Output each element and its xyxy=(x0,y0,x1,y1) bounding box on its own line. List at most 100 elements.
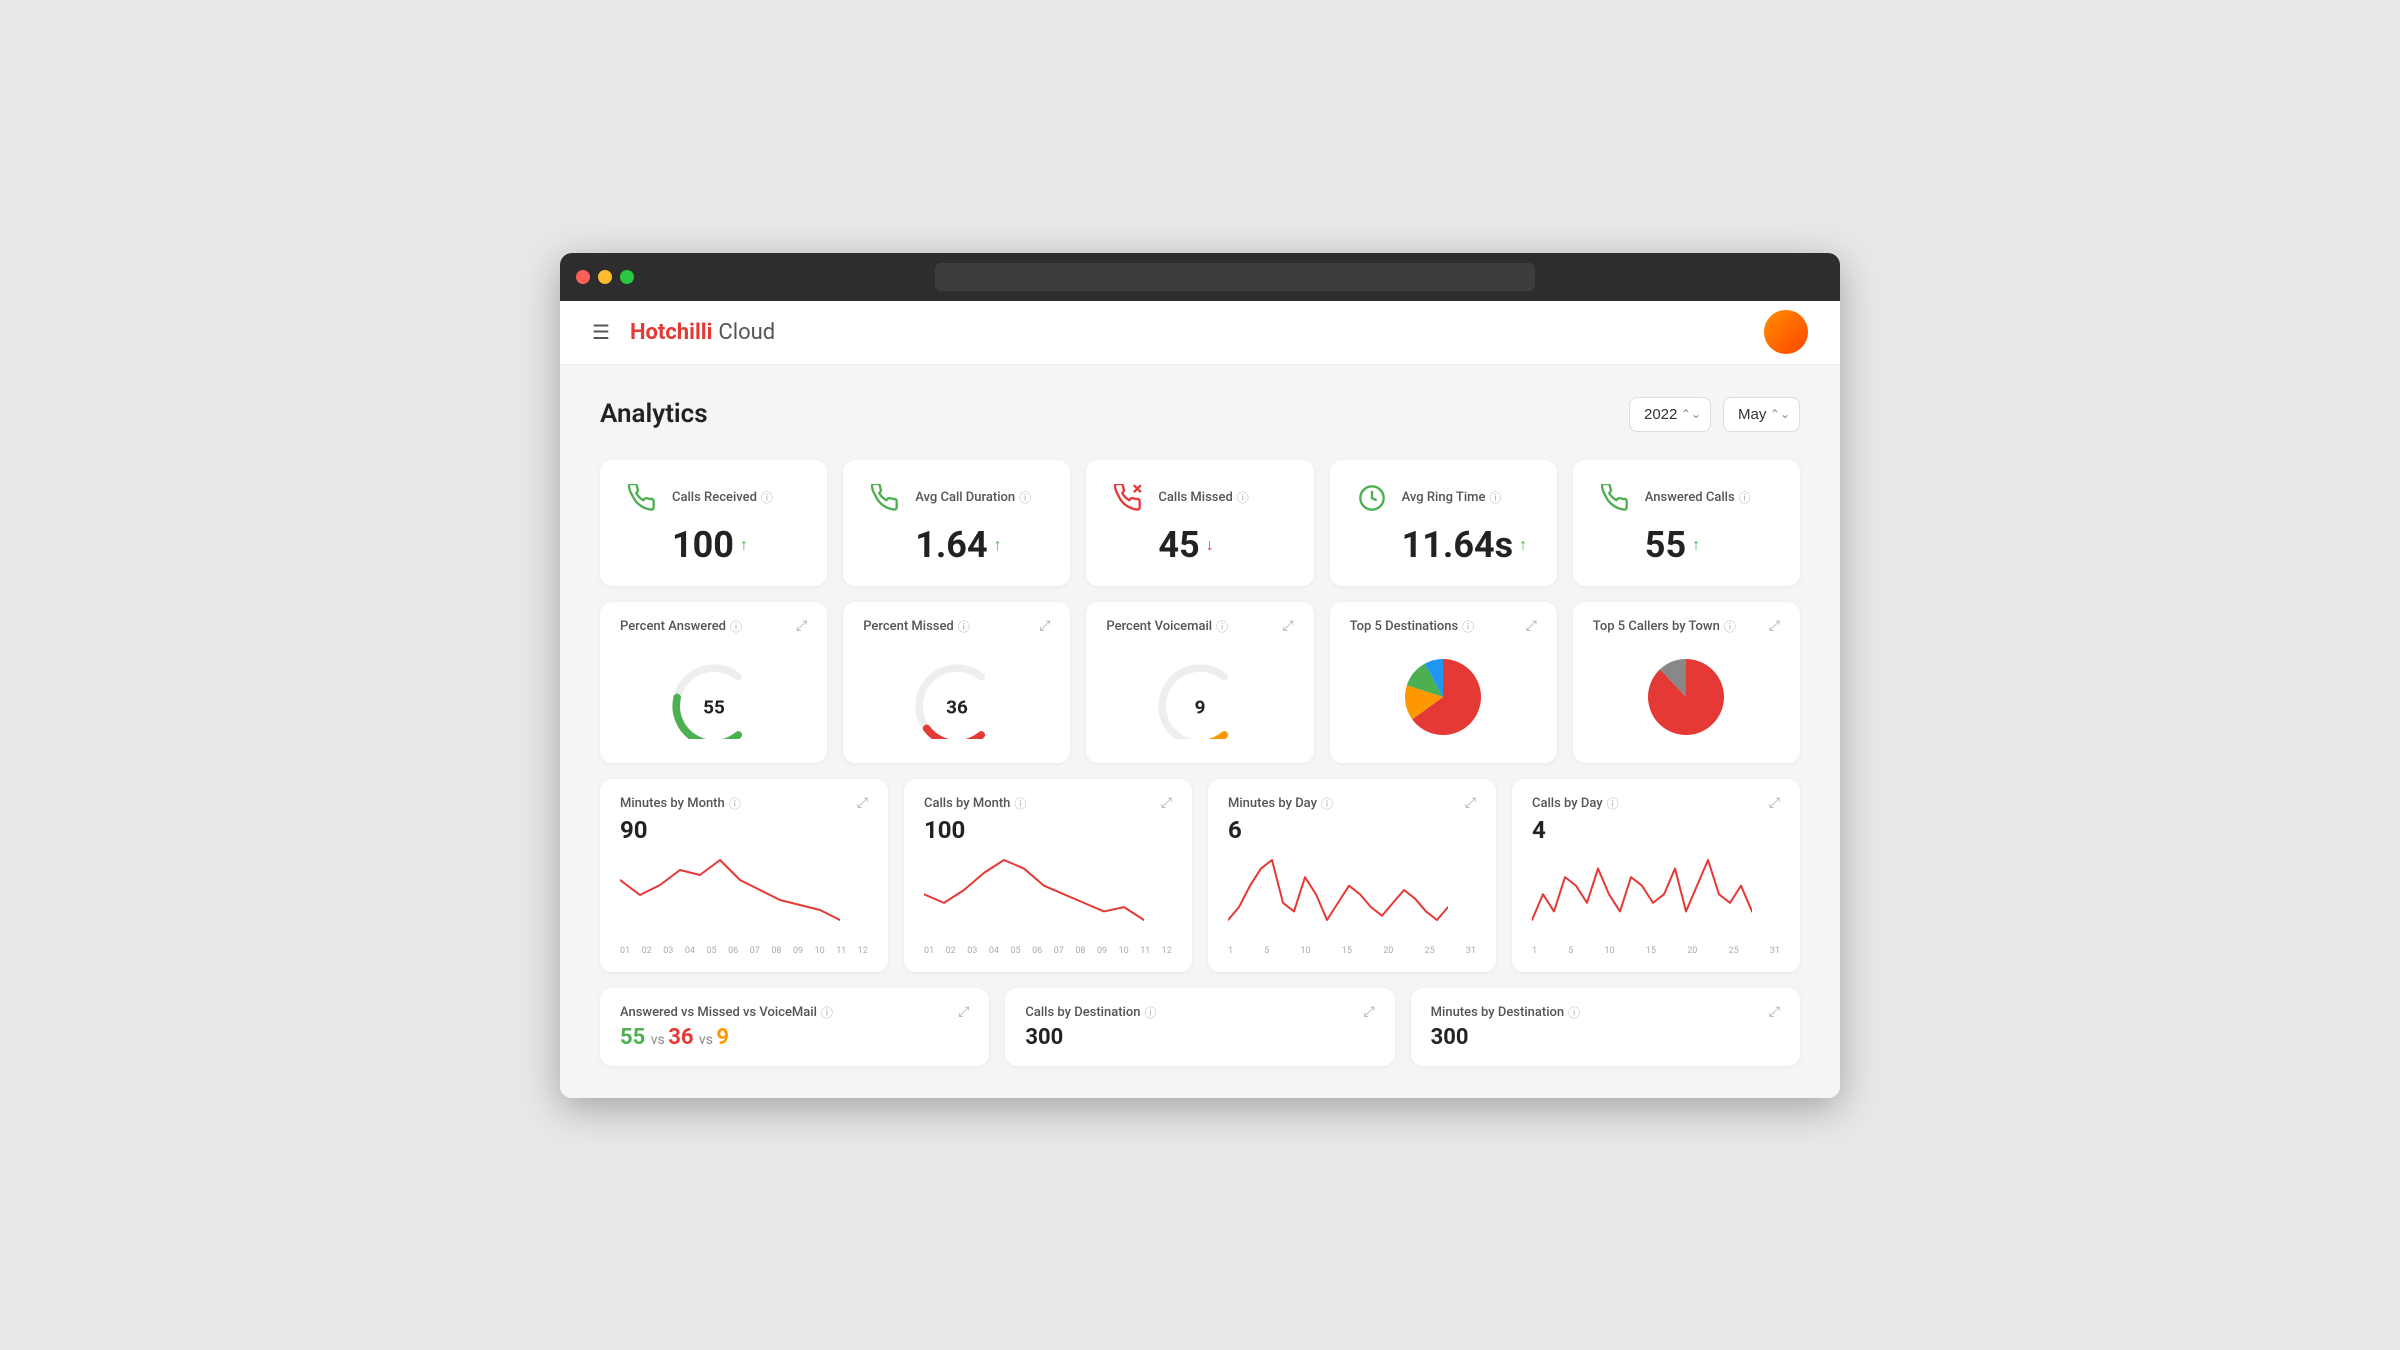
chart-x-label: 25 xyxy=(1729,946,1739,956)
info-icon-bottom-answered-vs-missed[interactable]: ⓘ xyxy=(821,1004,833,1021)
chart-x-label: 07 xyxy=(750,946,760,956)
stat-card-avg-call-duration: Avg Call Duration ⓘ 1.64 ↑ xyxy=(843,460,1070,586)
bottom-header-minutes-by-destination: Minutes by Destination ⓘ ⤢ xyxy=(1431,1004,1780,1021)
expand-icon-calls-by-month[interactable]: ⤢ xyxy=(1161,795,1172,811)
svg-text:36: 36 xyxy=(946,696,968,719)
chart-x-label: 11 xyxy=(836,946,846,956)
chart-x-label: 31 xyxy=(1770,946,1780,956)
maximize-button[interactable] xyxy=(620,270,634,284)
info-icon-answered-calls[interactable]: ⓘ xyxy=(1739,489,1751,506)
browser-chrome xyxy=(560,253,1840,301)
info-icon-top5-destinations[interactable]: ⓘ xyxy=(1462,618,1474,635)
info-icon-avg-ring-time[interactable]: ⓘ xyxy=(1489,489,1501,506)
chart-x-label: 09 xyxy=(1097,946,1107,956)
info-icon-percent-answered[interactable]: ⓘ xyxy=(730,618,742,635)
stat-header-calls-missed: Calls Missed ⓘ xyxy=(1110,480,1289,516)
widget-title-percent-answered: Percent Answered ⓘ xyxy=(620,618,742,635)
avatar[interactable] xyxy=(1764,310,1808,354)
minimize-button[interactable] xyxy=(598,270,612,284)
expand-icon-bottom-minutes-by-destination[interactable]: ⤢ xyxy=(1769,1004,1780,1020)
stat-icon-calls-received xyxy=(624,480,660,516)
chart-x-label: 01 xyxy=(924,946,934,956)
year-select[interactable]: 2022 xyxy=(1629,397,1711,432)
stat-label-answered-calls: Answered Calls ⓘ xyxy=(1645,489,1751,506)
chart-x-label: 11 xyxy=(1140,946,1150,956)
chart-x-label: 31 xyxy=(1466,946,1476,956)
chart-title-minutes-by-day: Minutes by Day ⓘ xyxy=(1228,795,1333,812)
bottom-value-answered-vs-missed: 55 vs 36 vs 9 xyxy=(620,1025,969,1050)
bottom-header-calls-by-destination: Calls by Destination ⓘ ⤢ xyxy=(1025,1004,1374,1021)
stat-card-calls-received: Calls Received ⓘ 100 ↑ xyxy=(600,460,827,586)
widget-content-top5-callers xyxy=(1593,647,1780,747)
stat-label-avg-ring-time: Avg Ring Time ⓘ xyxy=(1402,489,1502,506)
widget-card-top5-destinations: Top 5 Destinations ⓘ ⤢ xyxy=(1330,602,1557,763)
stat-header-answered-calls: Answered Calls ⓘ xyxy=(1597,480,1776,516)
chart-card-minutes-by-month: Minutes by Month ⓘ ⤢ 90 0102030405060708… xyxy=(600,779,888,972)
info-icon-percent-missed[interactable]: ⓘ xyxy=(958,618,970,635)
year-select-wrapper: 2022 ⌃⌄ xyxy=(1629,397,1711,432)
browser-window: ☰ Hotchilli Cloud Analytics 2022 ⌃⌄ xyxy=(560,253,1840,1098)
widget-title-percent-missed: Percent Missed ⓘ xyxy=(863,618,970,635)
chart-x-label: 05 xyxy=(1011,946,1021,956)
chart-x-label: 06 xyxy=(728,946,738,956)
expand-icon-top5-destinations[interactable]: ⤢ xyxy=(1526,618,1537,634)
expand-icon-percent-missed[interactable]: ⤢ xyxy=(1039,618,1050,634)
bottom-card-calls-by-destination: Calls by Destination ⓘ ⤢ 300 xyxy=(1005,988,1394,1066)
chart-value-calls-by-day: 4 xyxy=(1532,816,1780,844)
info-icon-calls-received[interactable]: ⓘ xyxy=(761,489,773,506)
info-icon-avg-call-duration[interactable]: ⓘ xyxy=(1019,489,1031,506)
chart-x-label: 09 xyxy=(793,946,803,956)
widget-card-percent-missed: Percent Missed ⓘ ⤢ 36 xyxy=(843,602,1070,763)
expand-icon-percent-voicemail[interactable]: ⤢ xyxy=(1282,618,1293,634)
url-bar[interactable] xyxy=(935,263,1535,291)
chart-value-minutes-by-month: 90 xyxy=(620,816,868,844)
filter-row: 2022 ⌃⌄ May ⌃⌄ xyxy=(1629,397,1800,432)
stat-value-calls-received: 100 ↑ xyxy=(672,524,803,566)
info-icon-calls-by-month[interactable]: ⓘ xyxy=(1014,795,1026,812)
info-icon-calls-missed[interactable]: ⓘ xyxy=(1237,489,1249,506)
expand-icon-percent-answered[interactable]: ⤢ xyxy=(796,618,807,634)
info-icon-top5-callers[interactable]: ⓘ xyxy=(1724,618,1736,635)
expand-icon-bottom-calls-by-destination[interactable]: ⤢ xyxy=(1363,1004,1374,1020)
expand-icon-minutes-by-month[interactable]: ⤢ xyxy=(857,795,868,811)
info-icon-bottom-calls-by-destination[interactable]: ⓘ xyxy=(1145,1004,1157,1021)
page-header: Analytics 2022 ⌃⌄ May ⌃⌄ xyxy=(600,397,1800,432)
expand-icon-bottom-answered-vs-missed[interactable]: ⤢ xyxy=(958,1004,969,1020)
widget-header-top5-callers: Top 5 Callers by Town ⓘ ⤢ xyxy=(1593,618,1780,635)
bottom-title-answered-vs-missed: Answered vs Missed vs VoiceMail ⓘ xyxy=(620,1004,833,1021)
vs-text-1: vs xyxy=(651,1032,668,1048)
chart-area-minutes-by-day xyxy=(1228,852,1476,942)
chart-title-calls-by-day: Calls by Day ⓘ xyxy=(1532,795,1619,812)
chart-card-minutes-by-day: Minutes by Day ⓘ ⤢ 6 151015202531 xyxy=(1208,779,1496,972)
logo: Hotchilli Cloud xyxy=(630,320,775,345)
info-icon-calls-by-day[interactable]: ⓘ xyxy=(1607,795,1619,812)
svg-text:55: 55 xyxy=(703,696,725,719)
stat-header-avg-call-duration: Avg Call Duration ⓘ xyxy=(867,480,1046,516)
close-button[interactable] xyxy=(576,270,590,284)
stat-label-calls-missed: Calls Missed ⓘ xyxy=(1158,489,1248,506)
month-select[interactable]: May xyxy=(1723,397,1800,432)
stats-row: Calls Received ⓘ 100 ↑ Avg Call Duration… xyxy=(600,460,1800,586)
expand-icon-minutes-by-day[interactable]: ⤢ xyxy=(1465,795,1476,811)
info-icon-percent-voicemail[interactable]: ⓘ xyxy=(1216,618,1228,635)
info-icon-minutes-by-day[interactable]: ⓘ xyxy=(1321,795,1333,812)
widget-card-percent-answered: Percent Answered ⓘ ⤢ 55 xyxy=(600,602,827,763)
main-content: Analytics 2022 ⌃⌄ May ⌃⌄ xyxy=(560,365,1840,1098)
chart-x-label: 06 xyxy=(1032,946,1042,956)
hamburger-icon[interactable]: ☰ xyxy=(592,320,610,344)
chart-x-label: 03 xyxy=(967,946,977,956)
stat-label-avg-call-duration: Avg Call Duration ⓘ xyxy=(915,489,1031,506)
info-icon-bottom-minutes-by-destination[interactable]: ⓘ xyxy=(1568,1004,1580,1021)
bottom-val-calls-by-destination: 300 xyxy=(1025,1025,1063,1050)
chart-area-calls-by-day xyxy=(1532,852,1780,942)
chart-x-label: 10 xyxy=(1301,946,1311,956)
expand-icon-top5-callers[interactable]: ⤢ xyxy=(1769,618,1780,634)
info-icon-minutes-by-month[interactable]: ⓘ xyxy=(729,795,741,812)
expand-icon-calls-by-day[interactable]: ⤢ xyxy=(1769,795,1780,811)
stat-value-answered-calls: 55 ↑ xyxy=(1645,524,1776,566)
stat-value-avg-call-duration: 1.64 ↑ xyxy=(915,524,1046,566)
bottom-value-calls-by-destination: 300 xyxy=(1025,1025,1374,1050)
widget-title-percent-voicemail: Percent Voicemail ⓘ xyxy=(1106,618,1228,635)
svg-text:9: 9 xyxy=(1195,696,1206,719)
chart-x-label: 10 xyxy=(815,946,825,956)
